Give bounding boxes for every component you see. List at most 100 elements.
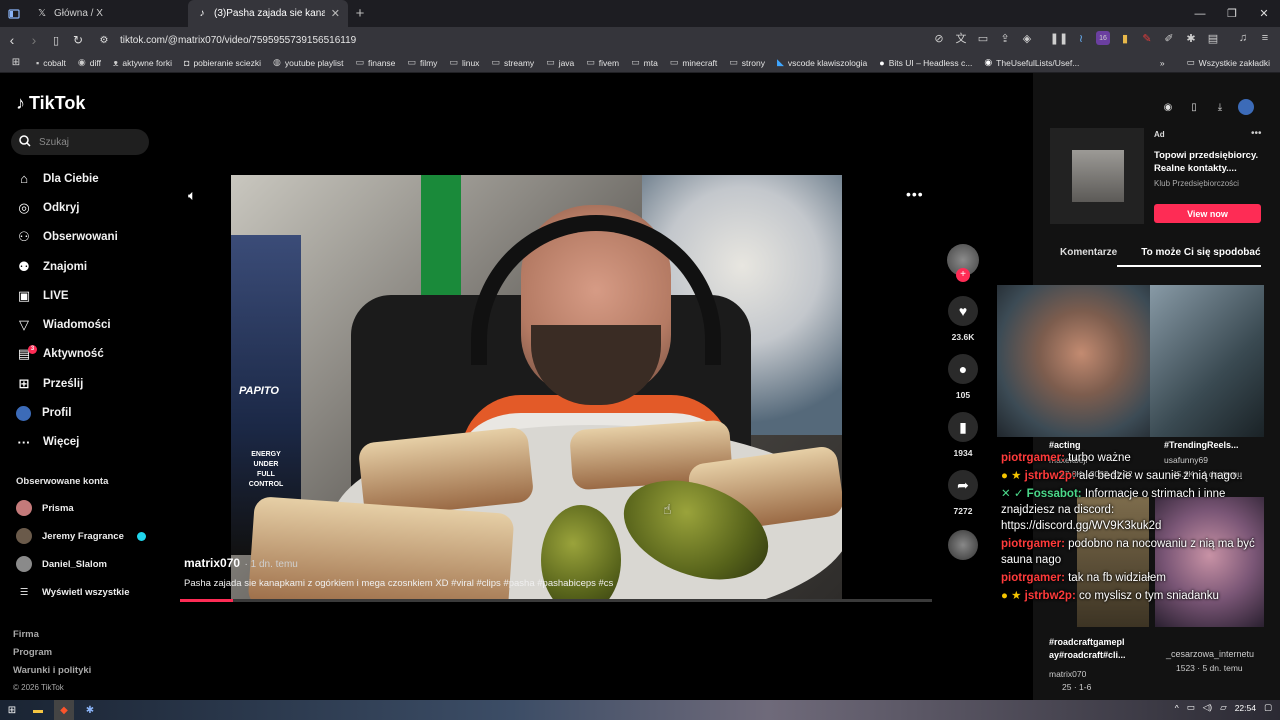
menu-item-live[interactable]: ▣ LIVE <box>16 281 118 310</box>
sidebar-toggle-icon[interactable] <box>4 4 24 24</box>
menu-item-for-you[interactable]: ⌂ Dla Ciebie <box>16 164 118 193</box>
pen-ext-icon[interactable]: ✎ <box>1140 31 1154 45</box>
reload-icon[interactable]: ↻ <box>68 30 88 50</box>
video-more-icon[interactable]: ••• <box>906 186 924 202</box>
volume-tray-icon[interactable]: ◁) <box>1203 702 1212 713</box>
pause-icon[interactable]: ❚❚ <box>1050 31 1068 45</box>
recommended-video[interactable] <box>1150 285 1264 437</box>
bluetooth-icon[interactable]: ≀ <box>1074 31 1088 45</box>
ad-view-now-button[interactable]: View now <box>1154 204 1261 223</box>
tab-recommended[interactable]: To może Ci się spodobać <box>1117 241 1261 267</box>
save-action[interactable]: ▮ 1934 <box>946 412 980 458</box>
bookmark-folder[interactable]: ▭ streamy <box>491 57 534 68</box>
cast-icon[interactable]: ▭ <box>976 31 990 45</box>
brave-browser-icon[interactable]: ◆ <box>54 700 74 720</box>
recommended-user[interactable]: _cesarzowa_internetu <box>1166 649 1254 659</box>
explore-icon[interactable]: ◉ <box>1160 99 1176 115</box>
brave-shield-icon[interactable]: ◈ <box>1020 31 1034 45</box>
recommended-caption[interactable]: #TrendingReels... <box>1164 440 1239 450</box>
bookmark-item[interactable]: ◉ TheUsefulLists/Usef... <box>984 57 1079 68</box>
tab-tiktok[interactable]: ♪ (3)Pasha zajada sie kanapkami z ✕ <box>188 0 348 27</box>
recommended-caption[interactable]: #roadcraftgamepl ay#roadcraft#cli... <box>1049 636 1149 662</box>
forward-icon[interactable]: › <box>24 30 44 50</box>
recommended-caption[interactable]: #acting <box>1049 440 1081 450</box>
user-avatar[interactable] <box>1238 99 1254 115</box>
share-action[interactable]: ➦ 7272 <box>946 470 980 516</box>
followed-account[interactable]: Prisma <box>16 494 146 522</box>
bookmark-item[interactable]: ▪ cobalt <box>36 58 66 68</box>
footer-link[interactable]: Firma <box>13 629 91 647</box>
bookmark-item[interactable]: ◣ vscode klawiszologia <box>777 57 867 68</box>
followed-account[interactable]: Daniel_Slalom <box>16 550 146 578</box>
video-username[interactable]: matrix070 <box>184 556 240 570</box>
url-field[interactable]: tiktok.com/@matrix070/video/759595573915… <box>120 35 356 46</box>
all-bookmarks-link[interactable]: Wszystkie zakładki <box>1199 58 1270 68</box>
tiktok-logo[interactable]: ♪ TikTok <box>16 93 85 114</box>
menu-item-messages[interactable]: ▽ Wiadomości <box>16 310 118 339</box>
bookmark-save-icon[interactable]: ▮ <box>948 412 978 442</box>
more-bookmarks-icon[interactable]: » <box>1160 58 1165 68</box>
menu-item-following[interactable]: ⚇ Obserwowani <box>16 223 118 252</box>
menu-icon[interactable]: ≡ <box>1258 31 1272 45</box>
tray-icon[interactable]: ▱ <box>1220 702 1227 713</box>
back-icon[interactable]: ‹ <box>2 30 22 50</box>
dropper-icon[interactable]: ✐ <box>1162 31 1176 45</box>
comment-icon[interactable]: ● <box>948 354 978 384</box>
site-settings-icon[interactable]: ⚙ <box>94 30 114 50</box>
bookmark-folder[interactable]: ▭ filmy <box>407 57 437 68</box>
creator-avatar[interactable]: + <box>947 244 979 282</box>
menu-item-explore[interactable]: ◎ Odkryj <box>16 193 118 222</box>
show-all-link[interactable]: ☰ Wyświetl wszystkie <box>16 578 146 606</box>
ad-more-icon[interactable]: ••• <box>1251 128 1262 139</box>
restore-icon[interactable]: ❐ <box>1216 0 1248 27</box>
ad-title[interactable]: Topowi przedsiębiorcy. Realne kontakty..… <box>1154 149 1266 175</box>
volume-icon[interactable]: 🔈︎ <box>188 187 196 204</box>
bookmark-folder[interactable]: ▭ strony <box>729 57 765 68</box>
bookmark-folder[interactable]: ▭ fivem <box>586 57 619 68</box>
menu-item-friends[interactable]: ⚉ Znajomi <box>16 252 118 281</box>
notification-icon[interactable]: ▢ <box>1264 702 1272 713</box>
start-icon[interactable]: ⊞ <box>2 700 22 720</box>
media-icon[interactable]: ♫ <box>1236 31 1250 45</box>
new-tab-button[interactable]: + <box>348 5 372 22</box>
bookmark-item[interactable]: ◍ youtube playlist <box>273 57 343 68</box>
bookmark-item[interactable]: ● Bits UI – Headless c... <box>879 58 972 68</box>
music-disc-icon[interactable] <box>948 530 978 560</box>
bookmark-ext-icon[interactable]: ▮ <box>1118 31 1132 45</box>
device-icon[interactable]: ▯ <box>1186 99 1202 115</box>
like-action[interactable]: ♥ 23.6K <box>946 296 980 342</box>
follow-plus-icon[interactable]: + <box>956 268 970 282</box>
comment-action[interactable]: ● 105 <box>946 354 980 400</box>
bookmark-icon[interactable]: ▯ <box>46 30 66 50</box>
clock[interactable]: 22:54 <box>1235 703 1256 713</box>
apps-grid-icon[interactable]: ⊞ <box>6 53 26 73</box>
bookmark-item[interactable]: ◘ pobieranie sciezki <box>184 58 261 68</box>
search-input[interactable]: Szukaj <box>11 129 149 155</box>
extensions-icon[interactable]: ✱ <box>1184 31 1198 45</box>
close-tab-icon[interactable]: ✕ <box>331 7 340 20</box>
bookmark-folder[interactable]: ▭ linux <box>449 57 479 68</box>
bookmark-folder[interactable]: ▭ minecraft <box>670 57 717 68</box>
video-progress-bar[interactable] <box>180 599 932 602</box>
followed-account[interactable]: Jeremy Fragrance <box>16 522 146 550</box>
footer-link[interactable]: Warunki i polityki <box>13 665 91 683</box>
no-tracking-icon[interactable]: ⊘ <box>932 31 946 45</box>
extension-badge-icon[interactable]: 16 <box>1096 31 1110 45</box>
tab-comments[interactable]: Komentarze <box>1033 241 1117 267</box>
file-explorer-icon[interactable]: ▬ <box>28 700 48 720</box>
tray-up-icon[interactable]: ^ <box>1175 703 1179 713</box>
recommended-user[interactable]: matrix070 <box>1049 669 1086 679</box>
menu-item-profile[interactable]: Profil <box>16 398 118 427</box>
ad-image[interactable] <box>1050 128 1144 224</box>
close-window-icon[interactable]: ✕ <box>1248 0 1280 27</box>
bookmark-folder[interactable]: ▭ finanse <box>355 57 395 68</box>
share-icon[interactable]: ⇪ <box>998 31 1012 45</box>
app-icon[interactable]: ✱ <box>80 700 100 720</box>
footer-link[interactable]: Program <box>13 647 91 665</box>
translate-icon[interactable]: 文 <box>954 31 968 45</box>
menu-item-upload[interactable]: ⊞ Prześlij <box>16 369 118 398</box>
recommended-video[interactable] <box>997 285 1150 437</box>
share-arrow-icon[interactable]: ➦ <box>948 470 978 500</box>
video-player[interactable]: PAPITO ENERGY UNDER FULL CONTROL ☝ <box>231 175 842 599</box>
sidebar-icon[interactable]: ▤ <box>1206 31 1220 45</box>
